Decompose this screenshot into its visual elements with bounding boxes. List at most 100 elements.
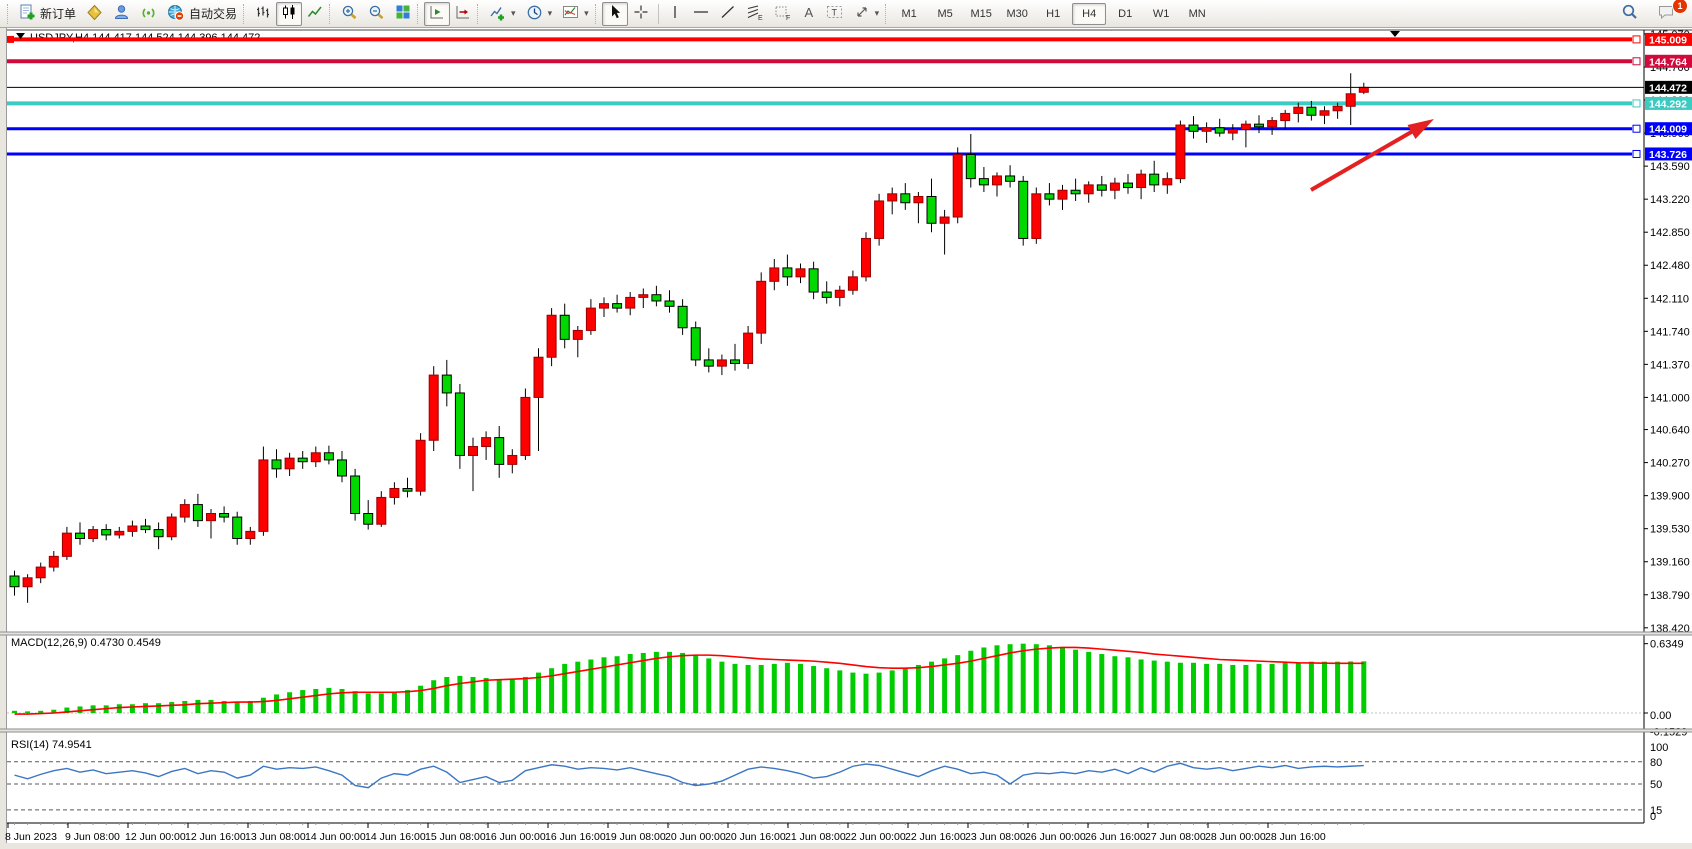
- candle-body: [613, 304, 622, 308]
- svg-text:T: T: [831, 8, 837, 18]
- periods-dropdown[interactable]: ▾: [521, 2, 558, 26]
- line-handle[interactable]: [1633, 36, 1640, 43]
- autotrade-button[interactable]: 自动交易: [162, 2, 242, 26]
- candle-body: [744, 333, 753, 363]
- candle-body: [573, 330, 582, 339]
- candle-body: [1124, 183, 1133, 187]
- chart-window: USDJPY,H4 144.417 144.524 144.396 144.47…: [0, 28, 1692, 849]
- notifications-chat-button[interactable]: 1: [1652, 2, 1682, 26]
- timeframe-h1[interactable]: H1: [1036, 3, 1070, 25]
- time-tick-label: 22 Jun 00:00: [845, 831, 906, 843]
- candle-body: [89, 530, 98, 539]
- chart-canvas[interactable]: 145.070144.700144.330143.960143.590143.2…: [0, 28, 1692, 849]
- line-handle[interactable]: [7, 36, 14, 43]
- line-handle[interactable]: [1633, 100, 1640, 107]
- horizontal-line-tool-button[interactable]: [687, 2, 715, 26]
- candle-body: [691, 328, 700, 360]
- rsi-scale-label: 100: [1650, 742, 1668, 754]
- timeframe-m5[interactable]: M5: [928, 3, 962, 25]
- market-button[interactable]: [81, 2, 108, 26]
- macd-histogram-bar: [1060, 647, 1065, 713]
- cursor-tool-button[interactable]: [602, 2, 628, 26]
- timeframe-d1[interactable]: D1: [1108, 3, 1142, 25]
- rsi-scale-label: 80: [1650, 757, 1662, 769]
- text-label-tool-button[interactable]: T: [821, 2, 849, 26]
- shapes-dropdown[interactable]: ▾: [849, 2, 885, 26]
- price-badge-label: 145.009: [1649, 34, 1687, 46]
- chart-shift-button[interactable]: [450, 2, 476, 26]
- candle-body: [1228, 130, 1237, 134]
- timeframe-m15[interactable]: M15: [964, 3, 998, 25]
- candle-body: [469, 447, 478, 456]
- macd-histogram-bar: [353, 691, 358, 713]
- macd-histogram-bar: [641, 653, 646, 713]
- crosshair-tool-button[interactable]: [628, 2, 654, 26]
- zoom-out-button[interactable]: [363, 2, 390, 26]
- candle-body: [1294, 107, 1303, 113]
- line-handle[interactable]: [1633, 58, 1640, 65]
- candle-body: [914, 196, 923, 202]
- templates-dropdown[interactable]: ▾: [557, 2, 594, 26]
- indicators-dropdown[interactable]: ▾: [484, 2, 521, 26]
- candle-body: [1110, 183, 1119, 190]
- vertical-line-tool-button[interactable]: [663, 2, 687, 26]
- price-tick-label: 140.270: [1650, 458, 1690, 470]
- fibonacci-icon: E: [746, 4, 764, 24]
- timeframe-m30[interactable]: M30: [1000, 3, 1034, 25]
- notification-badge: 1: [1672, 0, 1688, 14]
- timeframe-mn[interactable]: MN: [1180, 3, 1214, 25]
- line-handle[interactable]: [1633, 125, 1640, 132]
- candlestick-chart-button[interactable]: [276, 2, 302, 26]
- macd-pane: 0.63490.00-0.1529: [7, 639, 1687, 739]
- autotrade-globe-icon: [167, 4, 185, 24]
- signals-button[interactable]: [108, 2, 135, 26]
- zoom-in-button[interactable]: [336, 2, 363, 26]
- candle-body: [993, 176, 1002, 185]
- zoom-out-icon: [368, 4, 385, 24]
- macd-histogram-bar: [484, 678, 489, 713]
- candle-body: [416, 440, 425, 491]
- time-tick-label: 9 Jun 08:00: [65, 831, 120, 843]
- candle-body: [521, 397, 530, 455]
- time-axis: 8 Jun 20239 Jun 08:0012 Jun 00:0012 Jun …: [5, 823, 1364, 843]
- macd-histogram-bar: [1243, 665, 1248, 713]
- macd-histogram-bar: [261, 698, 266, 713]
- time-tick-label: 20 Jun 16:00: [725, 831, 786, 843]
- macd-histogram-bar: [942, 658, 947, 713]
- macd-histogram-bar: [130, 704, 135, 713]
- price-tick-label: 142.850: [1650, 227, 1690, 239]
- candle-body: [1150, 174, 1159, 185]
- candle-body: [1359, 87, 1368, 92]
- candle-body: [626, 297, 635, 308]
- auto-scroll-button[interactable]: [424, 2, 450, 26]
- new-order-button[interactable]: 新订单: [14, 2, 81, 26]
- toolbar-right-group: 1: [1616, 2, 1686, 26]
- candle-body: [220, 514, 229, 518]
- macd-histogram-bar: [287, 692, 292, 713]
- candle-body: [901, 194, 910, 203]
- candle-body: [1137, 174, 1146, 187]
- timeframe-m1[interactable]: M1: [892, 3, 926, 25]
- search-button[interactable]: [1616, 2, 1644, 26]
- macd-histogram-bar: [195, 700, 200, 713]
- macd-histogram-bar: [1139, 659, 1144, 713]
- timeframe-w1[interactable]: W1: [1144, 3, 1178, 25]
- candle-body: [193, 505, 202, 521]
- line-handle[interactable]: [1633, 150, 1640, 157]
- candle-body: [167, 517, 176, 537]
- price-tick-label: 138.790: [1650, 590, 1690, 602]
- timeframe-h4[interactable]: H4: [1072, 3, 1106, 25]
- broadcast-button[interactable]: [135, 2, 162, 26]
- text-tool-button[interactable]: A: [797, 2, 821, 26]
- macd-histogram-bar: [497, 679, 502, 713]
- line-chart-button[interactable]: [302, 2, 328, 26]
- toolbar-grip: [329, 4, 333, 24]
- bar-chart-button[interactable]: [250, 2, 276, 26]
- fibonacci-tool-button[interactable]: E: [741, 2, 769, 26]
- candle-body: [927, 196, 936, 223]
- grid-tool-button[interactable]: F: [769, 2, 797, 26]
- tile-windows-button[interactable]: [390, 2, 416, 26]
- trendline-tool-button[interactable]: [715, 2, 741, 26]
- candle-body: [154, 530, 163, 537]
- svg-text:E: E: [758, 15, 763, 21]
